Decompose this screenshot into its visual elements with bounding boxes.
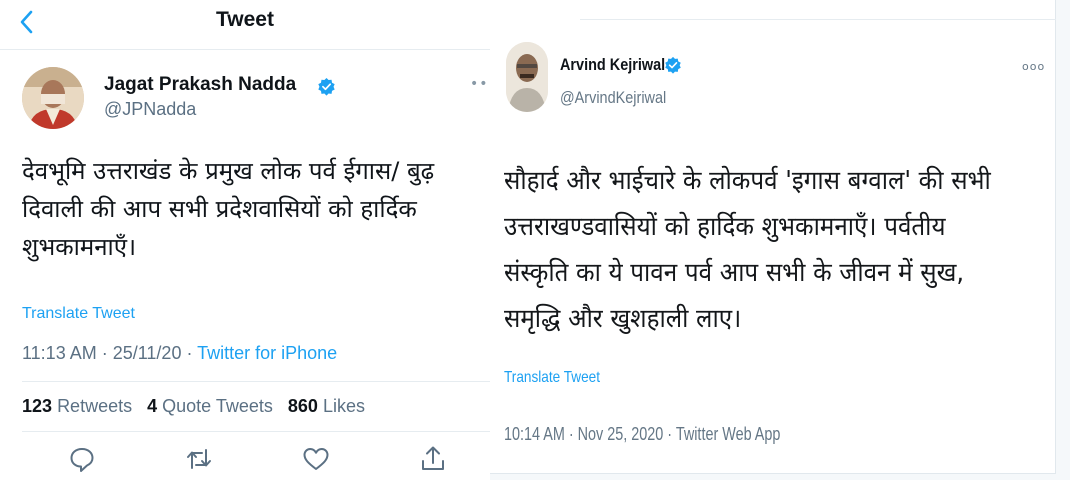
tweet-card: Arvind Kejriwal @ArvindKejriwal ooo सौहा… [490, 0, 1056, 474]
tweet-meta: 11:13 AM · 25/11/20 · Twitter for iPhone [22, 343, 337, 364]
tweet-text: देवभूमि उत्तराखंड के प्रमुख लोक पर्व ईगा… [22, 157, 435, 261]
tweet-source-link[interactable]: Twitter for iPhone [197, 343, 337, 363]
divider [22, 431, 490, 432]
author-name[interactable]: Arvind Kejriwal [560, 55, 665, 75]
tweet-header-bar: Tweet [0, 0, 490, 50]
page-title: Tweet [216, 8, 274, 31]
divider [22, 381, 490, 382]
avatar-photo [22, 67, 84, 129]
divider [580, 19, 1056, 20]
retweet-icon[interactable] [184, 444, 214, 474]
likes-count: 860 [287, 396, 318, 416]
like-icon[interactable] [301, 444, 331, 474]
tweet-stats: 123 Retweets 4 Quote Tweets 860 Likes [22, 396, 375, 417]
avatar[interactable] [506, 42, 548, 112]
more-options-icon[interactable]: ooo [1022, 60, 1045, 73]
retweets-label: Retweets [57, 396, 133, 416]
author-name[interactable]: Jagat Prakash Nadda [104, 74, 296, 96]
tweet-actions-bar [0, 444, 490, 476]
right-tweet-panel: Arvind Kejriwal @ArvindKejriwal ooo सौहा… [490, 0, 1070, 480]
quote-label: Quote Tweets [162, 396, 273, 416]
share-icon[interactable] [418, 444, 448, 474]
left-tweet-panel: Tweet Jagat Prakash Nadda @JPNadda ••• द… [0, 0, 497, 480]
translate-tweet-link[interactable]: Translate Tweet [504, 369, 600, 387]
tweet-time: 11:13 AM [22, 343, 97, 363]
verified-badge-icon [665, 56, 681, 74]
likes-stat[interactable]: 860 Likes [288, 396, 365, 416]
quote-tweets-stat[interactable]: 4 Quote Tweets [147, 396, 273, 416]
likes-label: Likes [322, 396, 365, 416]
retweets-count: 123 [22, 396, 53, 416]
author-handle[interactable]: @JPNadda [104, 99, 196, 120]
reply-icon[interactable] [67, 444, 97, 474]
author-handle[interactable]: @ArvindKejriwal [560, 88, 666, 108]
tweet-text: सौहार्द और भाईचारे के लोकपर्व 'इगास बग्व… [504, 166, 991, 334]
tweet-meta[interactable]: 10:14 AM · Nov 25, 2020 · Twitter Web Ap… [504, 424, 780, 445]
retweets-stat[interactable]: 123 Retweets [22, 396, 132, 416]
tweet-date[interactable]: 25/11/20 [113, 343, 182, 363]
meta-separator: · [96, 343, 113, 363]
translate-tweet-link[interactable]: Translate Tweet [22, 305, 135, 323]
quote-count: 4 [147, 396, 158, 416]
avatar-photo [506, 42, 548, 112]
verified-badge-icon [318, 77, 335, 96]
avatar[interactable] [22, 67, 84, 129]
meta-separator: · [181, 343, 198, 363]
